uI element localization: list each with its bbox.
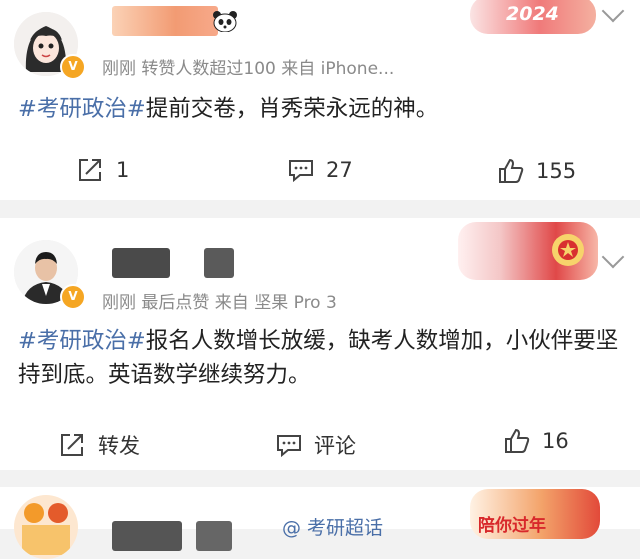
comment-button[interactable]: 评论 [276, 430, 356, 460]
chevron-down-icon[interactable] [601, 0, 625, 23]
share-label: 转发 [98, 434, 140, 458]
decoration-text: 陪你过年 [478, 516, 546, 536]
decoration-card: 2024 [470, 0, 596, 34]
username-blurred[interactable] [112, 521, 182, 551]
topic-link[interactable]: @ 考研超话 [282, 513, 383, 540]
decoration-card: 陪你过年 [470, 489, 600, 539]
verified-badge-icon: V [60, 284, 86, 310]
post-text: #考研政治#报名人数增长放缓，缺考人数增加，小伙伴要坚持到底。英语数学继续努力。 [18, 324, 628, 392]
share-button[interactable]: 1 [78, 158, 129, 182]
comment-count: 27 [326, 158, 353, 182]
post-body: 提前交卷，肖秀荣永远的神。 [145, 96, 439, 122]
share-icon [79, 159, 101, 181]
decoration-card [458, 222, 598, 280]
like-button[interactable]: 16 [504, 428, 569, 454]
decoration-text: 2024 [506, 3, 559, 25]
comment-icon [277, 435, 301, 457]
national-emblem-icon [552, 234, 584, 266]
post-card: V 刚刚 最后点赞 来自 坚果 Pro 3 #考研政治#报名人数增长放缓，缺考人… [0, 218, 640, 470]
username-blurred[interactable] [196, 521, 232, 551]
hashtag-link[interactable]: #考研政治# [18, 328, 146, 354]
post-meta: 刚刚 最后点赞 来自 坚果 Pro 3 [102, 293, 337, 313]
username-blurred[interactable] [204, 248, 234, 278]
post-card: V 2024 刚刚 转赞人数超过100 来自 iPhone... #考研政治#提… [0, 0, 640, 200]
share-count: 1 [116, 158, 130, 182]
avatar[interactable] [14, 495, 78, 559]
like-icon [499, 158, 524, 183]
username-blurred[interactable] [112, 248, 170, 278]
post-text: #考研政治#提前交卷，肖秀荣永远的神。 [18, 92, 628, 126]
comment-button[interactable]: 27 [288, 158, 353, 182]
post-meta: 刚刚 转赞人数超过100 来自 iPhone... [102, 59, 395, 79]
share-button[interactable]: 转发 [60, 430, 140, 460]
username-blurred[interactable] [112, 6, 218, 36]
like-icon [505, 428, 530, 453]
comment-label: 评论 [314, 434, 356, 458]
hashtag-link[interactable]: #考研政治# [18, 96, 146, 122]
like-count: 155 [536, 159, 577, 183]
verified-badge-icon: V [60, 54, 86, 80]
like-count: 16 [542, 429, 569, 453]
panda-icon [212, 10, 238, 36]
like-button[interactable]: 155 [498, 158, 576, 184]
comment-icon [289, 160, 313, 182]
chevron-down-icon[interactable] [601, 245, 625, 269]
post-card: @ 考研超话 陪你过年 [0, 487, 640, 559]
share-icon [61, 434, 83, 456]
